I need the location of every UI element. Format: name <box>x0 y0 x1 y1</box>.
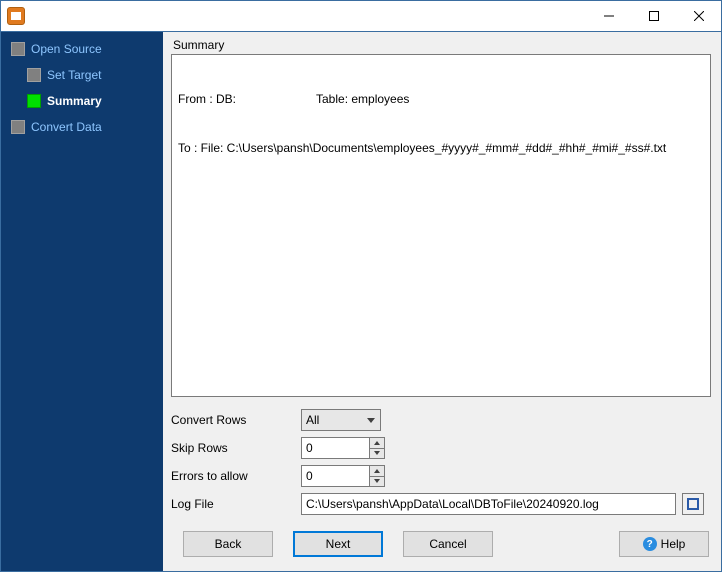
section-title: Summary <box>171 36 711 54</box>
close-icon <box>694 11 704 21</box>
wizard-buttons: Back Next Cancel ? Help <box>171 523 711 571</box>
errors-allow-input[interactable] <box>301 465 369 487</box>
options-form: Convert Rows All Skip Rows <box>171 397 711 523</box>
skip-rows-up[interactable] <box>370 438 384 449</box>
errors-allow-spinner <box>301 465 385 487</box>
step-box-icon <box>27 94 41 108</box>
log-file-input[interactable] <box>301 493 676 515</box>
app-icon <box>7 7 25 25</box>
chevron-up-icon <box>374 469 380 473</box>
errors-allow-label: Errors to allow <box>171 469 301 483</box>
step-summary[interactable]: Summary <box>11 94 163 108</box>
log-file-browse-button[interactable] <box>682 493 704 515</box>
convert-rows-label: Convert Rows <box>171 413 301 427</box>
help-icon: ? <box>643 537 657 551</box>
errors-allow-up[interactable] <box>370 466 384 477</box>
back-button[interactable]: Back <box>183 531 273 557</box>
minimize-button[interactable] <box>586 2 631 31</box>
convert-rows-select[interactable]: All <box>301 409 381 431</box>
maximize-icon <box>649 11 659 21</box>
log-file-label: Log File <box>171 497 301 511</box>
chevron-up-icon <box>374 441 380 445</box>
summary-to: To : File: C:\Users\pansh\Documents\empl… <box>178 140 704 156</box>
step-convert-data[interactable]: Convert Data <box>11 120 163 134</box>
skip-rows-input[interactable] <box>301 437 369 459</box>
wizard-sidebar: Open Source Set Target Summary Convert D… <box>1 32 163 571</box>
step-label: Set Target <box>47 68 101 82</box>
main-panel: Summary From : DB: Table: employees To :… <box>163 32 721 571</box>
browse-icon <box>687 498 699 510</box>
step-box-icon <box>11 42 25 56</box>
step-set-target[interactable]: Set Target <box>11 68 163 82</box>
minimize-icon <box>604 11 614 21</box>
skip-rows-label: Skip Rows <box>171 441 301 455</box>
app-window: Open Source Set Target Summary Convert D… <box>0 0 722 572</box>
step-box-icon <box>27 68 41 82</box>
cancel-button[interactable]: Cancel <box>403 531 493 557</box>
summary-from-table: Table: employees <box>316 91 409 107</box>
step-label: Open Source <box>31 42 102 56</box>
errors-allow-down[interactable] <box>370 477 384 487</box>
close-button[interactable] <box>676 2 721 31</box>
next-button[interactable]: Next <box>293 531 383 557</box>
maximize-button[interactable] <box>631 2 676 31</box>
window-controls <box>586 2 721 31</box>
titlebar <box>1 1 721 31</box>
skip-rows-spinner <box>301 437 385 459</box>
step-box-icon <box>11 120 25 134</box>
step-label: Summary <box>47 94 102 108</box>
summary-from: From : DB: <box>178 91 316 107</box>
chevron-down-icon <box>374 479 380 483</box>
chevron-down-icon <box>374 451 380 455</box>
summary-textarea[interactable]: From : DB: Table: employees To : File: C… <box>171 54 711 397</box>
step-label: Convert Data <box>31 120 102 134</box>
skip-rows-down[interactable] <box>370 449 384 459</box>
step-open-source[interactable]: Open Source <box>11 42 163 56</box>
help-button[interactable]: ? Help <box>619 531 709 557</box>
